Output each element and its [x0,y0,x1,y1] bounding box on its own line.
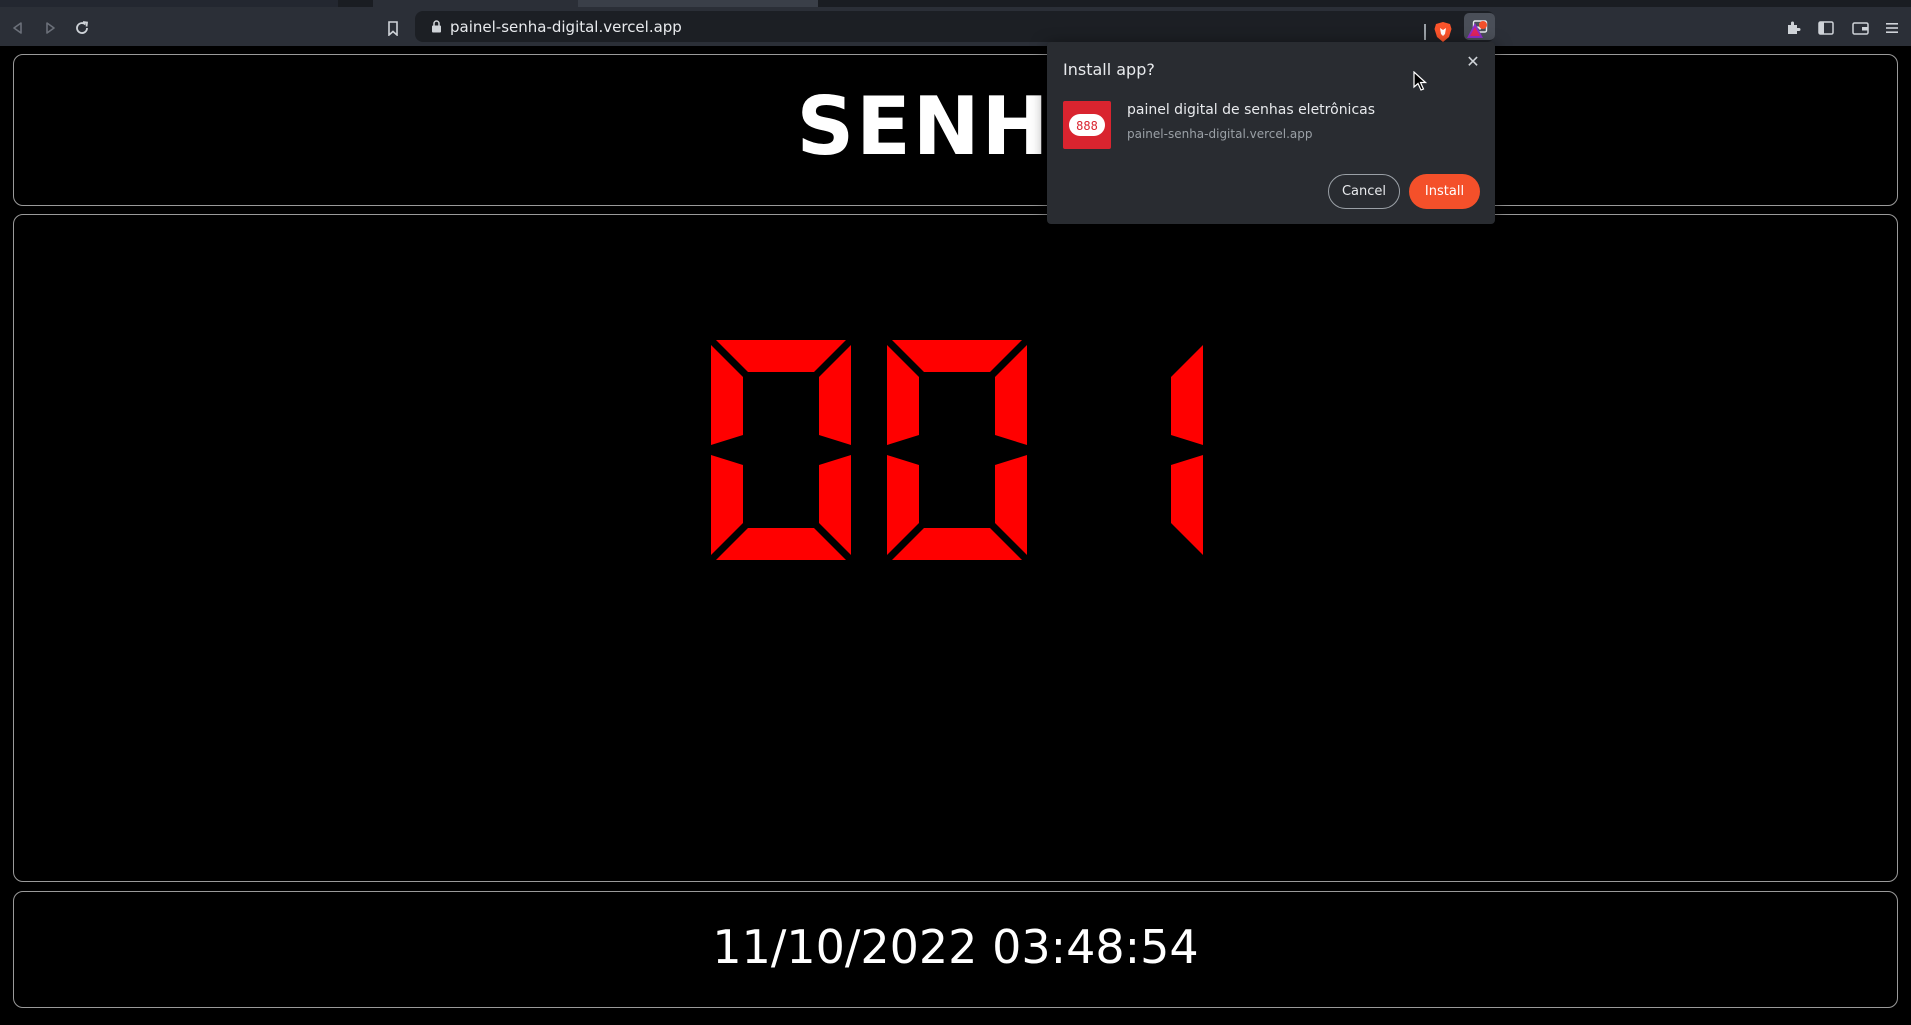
app-icon-text: 888 [1076,119,1098,133]
digit-3 [1171,345,1203,555]
segment-a [716,340,846,372]
segment-d [892,528,1022,560]
install-app-dialog: Install app? ✕ 888 painel digital de sen… [1047,42,1495,224]
app-icon: 888 [1063,101,1111,149]
segment-d [716,528,846,560]
bookmark-icon[interactable] [382,17,404,39]
clock-panel: 11/10/2022 03:48:54 [13,891,1898,1008]
active-tab[interactable] [578,0,818,7]
install-button[interactable]: Install [1409,174,1480,209]
address-bar[interactable]: painel-senha-digital.vercel.app [415,11,1495,42]
sidebar-icon[interactable] [1815,17,1837,39]
digit-2 [887,340,1027,560]
back-icon[interactable] [7,17,29,39]
dialog-title: Install app? [1063,60,1155,79]
wallet-icon[interactable] [1849,17,1871,39]
title-panel: SENHA [13,54,1898,206]
lock-icon[interactable] [429,19,444,34]
mouse-cursor-icon [1413,71,1427,91]
segment-c [1171,455,1203,555]
segment-b [1171,345,1203,445]
extensions-icon[interactable] [1782,17,1804,39]
app-url: painel-senha-digital.vercel.app [1127,127,1313,141]
brave-rewards-icon[interactable] [1466,21,1488,41]
datetime-text: 11/10/2022 03:48:54 [712,920,1199,974]
page-title: SENHA [796,80,1115,173]
menu-icon[interactable] [1881,17,1903,39]
segment-a [892,340,1022,372]
tab[interactable] [373,0,578,7]
tab[interactable] [0,0,338,7]
reload-icon[interactable] [71,17,93,39]
brave-shields-icon[interactable] [1433,21,1453,43]
seven-segment-number [711,340,1203,560]
browser-toolbar: painel-senha-digital.vercel.app [0,7,1911,46]
tab-strip [0,0,1911,7]
toolbar-separator [1424,24,1426,40]
cancel-button[interactable]: Cancel [1328,174,1400,209]
ticket-display-panel [13,214,1898,882]
app-name: painel digital de senhas eletrônicas [1127,102,1376,118]
digit-1 [711,340,851,560]
url-text[interactable]: painel-senha-digital.vercel.app [450,18,682,36]
forward-icon[interactable] [39,17,61,39]
close-icon[interactable]: ✕ [1463,52,1483,72]
